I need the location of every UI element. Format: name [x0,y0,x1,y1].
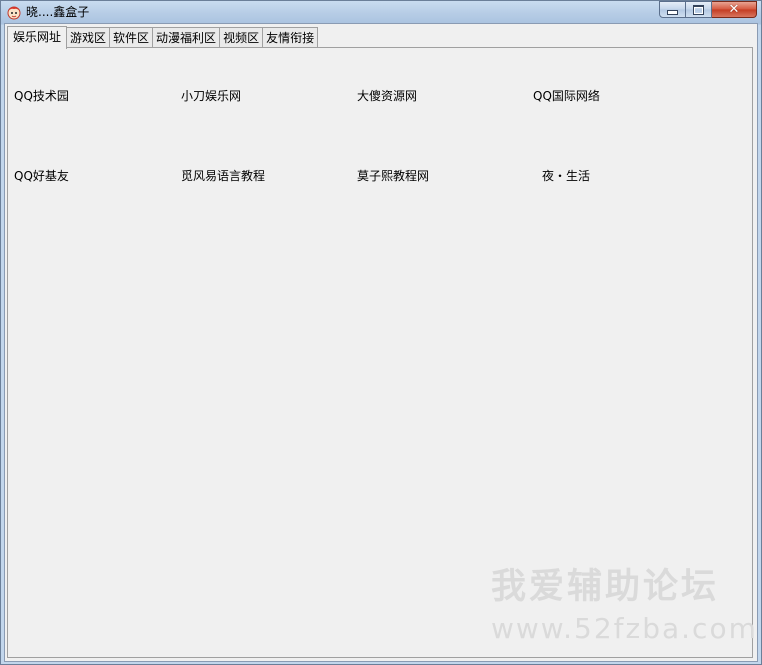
minimize-button[interactable] [659,1,686,18]
maximize-icon [693,4,704,15]
tab-software[interactable]: 软件区 [109,27,154,48]
link-mozixi-tutorial[interactable]: 莫子熙教程网 [357,167,429,184]
link-qq-tech-garden[interactable]: QQ技术园 [14,87,69,104]
link-mifeng-tutorial[interactable]: 觅风易语言教程 [181,167,265,184]
tab-games[interactable]: 游戏区 [66,27,111,48]
tab-friend-links[interactable]: 友情衔接 [262,27,319,48]
app-window: 晓....鑫盒子 ✕ 娱乐网址 游戏区 软件区 动漫福利区 视频区 友情衔接 Q… [0,0,762,665]
tab-video[interactable]: 视频区 [219,27,264,48]
close-button[interactable]: ✕ [712,1,757,18]
watermark-url: www.52fzba.com [491,612,758,645]
minimize-icon [667,9,678,15]
title-bar[interactable]: 晓....鑫盒子 ✕ [1,1,761,23]
link-qq-international[interactable]: QQ国际网络 [533,87,600,104]
link-xiaodao-entertainment[interactable]: 小刀娱乐网 [181,87,241,104]
maximize-button[interactable] [686,1,712,18]
tab-entertainment-sites[interactable]: 娱乐网址 [7,26,68,49]
watermark-text: 我爱辅助论坛 [491,567,720,607]
link-qq-buddy[interactable]: QQ好基友 [14,167,69,184]
cartoon-app-icon[interactable] [6,4,22,20]
tab-anime-welfare[interactable]: 动漫福利区 [152,27,221,48]
window-title: 晓....鑫盒子 [26,5,90,19]
link-dasha-resources[interactable]: 大傻资源网 [357,87,417,104]
caption-buttons: ✕ [659,1,757,19]
link-night-life[interactable]: 夜・生活 [542,167,590,184]
tab-strip: 娱乐网址 游戏区 软件区 动漫福利区 视频区 友情衔接 [7,26,319,49]
close-icon: ✕ [728,2,740,17]
